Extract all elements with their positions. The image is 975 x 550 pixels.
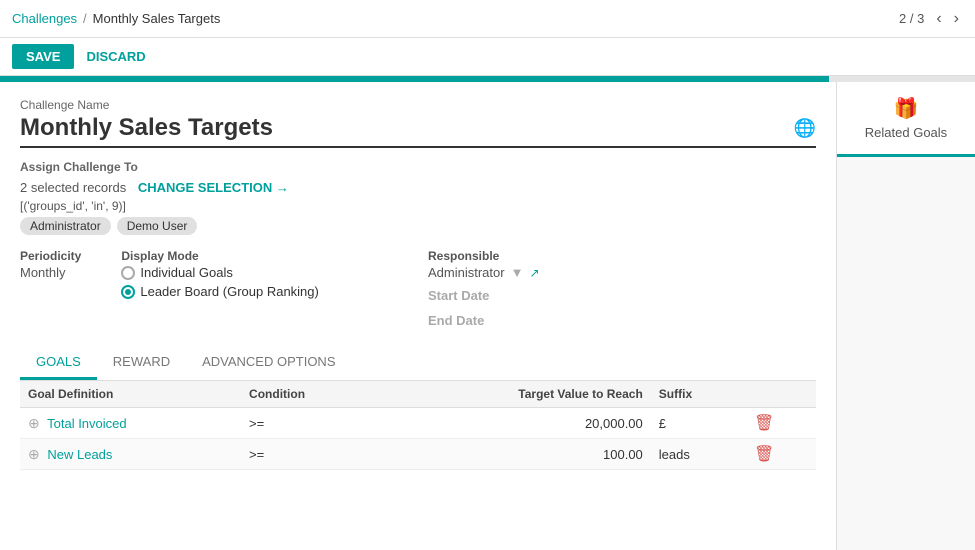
row1-condition: >= [241,408,380,439]
domain-filter: [('groups_id', 'in', 9)] [20,199,816,213]
start-date-field: Start Date [428,288,816,305]
col-target: Target Value to Reach [380,381,651,408]
radio-circle-individual [121,266,135,280]
breadcrumb: Challenges / Monthly Sales Targets [12,11,899,26]
end-date-label: End Date [428,313,816,328]
assign-label: Assign Challenge To [20,160,816,174]
radio-label-leaderboard: Leader Board (Group Ranking) [140,284,319,299]
related-goals-label: Related Goals [865,125,947,140]
row1-goal-def: ⊕ Total Invoiced [20,408,241,439]
start-date-label: Start Date [428,288,816,303]
row1-suffix: £ [651,408,746,439]
prev-button[interactable]: ‹ [932,8,945,30]
progress-bar-fill [0,76,829,82]
drag-handle-2[interactable]: ⊕ [28,446,40,462]
responsible-label: Responsible [428,249,816,263]
action-bar: SAVE DISCARD [0,38,975,76]
breadcrumb-parent[interactable]: Challenges [12,11,77,26]
responsible-value-row: Administrator ▼ ↗ [428,265,816,280]
tab-reward[interactable]: REWARD [97,346,186,380]
col-actions [746,381,816,408]
save-button[interactable]: SAVE [12,44,74,69]
selected-records: 2 selected records CHANGE SELECTION → [20,180,816,195]
goal-link-2[interactable]: New Leads [47,447,112,462]
row1-delete[interactable]: 🗑 [746,408,816,439]
field-col-right: Responsible Administrator ▼ ↗ Start Date… [428,249,816,330]
tag-badges: Administrator Demo User [20,217,816,235]
row2-suffix: leads [651,439,746,470]
display-mode-field: Display Mode Individual Goals Leader Boa… [121,249,319,299]
right-panel: 🎁 Related Goals [836,82,975,550]
progress-bar-area [0,76,975,82]
radio-label-individual: Individual Goals [140,265,233,280]
row2-target: 100.00 [380,439,651,470]
responsible-dropdown-icon[interactable]: ▼ [511,265,524,280]
tag-badge-demo: Demo User [117,217,198,235]
tab-goals[interactable]: GOALS [20,346,97,380]
change-selection-button[interactable]: CHANGE SELECTION → [138,180,289,195]
navigation-buttons: 2 / 3 ‹ › [899,8,963,30]
external-link-icon[interactable]: ↗ [529,266,539,280]
display-mode-label: Display Mode [121,249,319,263]
radio-leaderboard[interactable]: Leader Board (Group Ranking) [121,284,319,299]
tab-advanced-options[interactable]: ADVANCED OPTIONS [186,346,351,380]
table-row: ⊕ New Leads >= 100.00 leads 🗑 [20,439,816,470]
globe-icon: 🌐 [794,118,816,139]
radio-circle-leaderboard [121,285,135,299]
display-mode-options: Individual Goals Leader Board (Group Ran… [121,265,319,299]
drag-handle-1[interactable]: ⊕ [28,415,40,431]
responsible-value: Administrator [428,265,505,280]
discard-button[interactable]: DISCARD [86,49,145,64]
table-row: ⊕ Total Invoiced >= 20,000.00 £ 🗑 [20,408,816,439]
main-layout: Challenge Name Monthly Sales Targets 🌐 A… [0,82,975,550]
goal-link-1[interactable]: Total Invoiced [47,416,127,431]
responsible-field: Responsible Administrator ▼ ↗ [428,249,816,280]
row1-target: 20,000.00 [380,408,651,439]
breadcrumb-current: Monthly Sales Targets [93,11,221,26]
challenge-name-label: Challenge Name [20,98,816,112]
page-indicator: 2 / 3 [899,11,924,26]
related-goals-tab[interactable]: 🎁 Related Goals [837,82,975,157]
challenge-name-value: Monthly Sales Targets 🌐 [20,114,816,148]
delete-btn-1[interactable]: 🗑 [754,413,774,433]
periodicity-field: Periodicity Monthly [20,249,81,299]
col-goal-def: Goal Definition [20,381,241,408]
goals-table: Goal Definition Condition Target Value t… [20,381,816,470]
row2-goal-def: ⊕ New Leads [20,439,241,470]
periodicity-label: Periodicity [20,249,81,263]
end-date-field: End Date [428,313,816,330]
fields-row: Periodicity Monthly Display Mode Individ… [20,249,816,330]
row2-delete[interactable]: 🗑 [746,439,816,470]
next-button[interactable]: › [950,8,963,30]
row2-condition: >= [241,439,380,470]
delete-btn-2[interactable]: 🗑 [754,444,774,464]
col-condition: Condition [241,381,380,408]
form-area: Challenge Name Monthly Sales Targets 🌐 A… [0,82,836,550]
breadcrumb-separator: / [83,11,87,26]
tag-badge-admin: Administrator [20,217,111,235]
col-suffix: Suffix [651,381,746,408]
gift-icon: 🎁 [894,96,919,121]
top-bar: Challenges / Monthly Sales Targets 2 / 3… [0,0,975,38]
tabs-bar: GOALS REWARD ADVANCED OPTIONS [20,346,816,381]
field-col-left: Periodicity Monthly Display Mode Individ… [20,249,408,330]
radio-individual[interactable]: Individual Goals [121,265,319,280]
periodicity-value: Monthly [20,265,81,280]
